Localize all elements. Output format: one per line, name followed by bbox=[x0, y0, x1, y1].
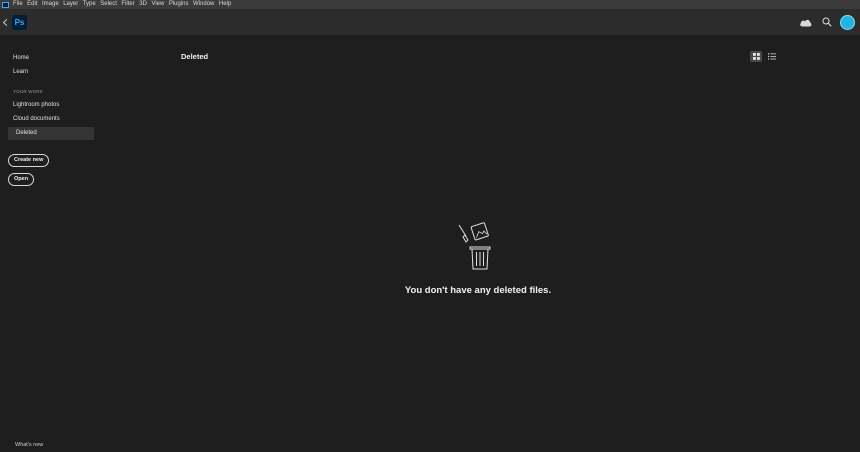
create-new-button[interactable]: Create new bbox=[8, 154, 50, 167]
search-icon[interactable] bbox=[822, 17, 832, 27]
menu-image[interactable]: Image bbox=[42, 0, 59, 9]
page-title: Deleted bbox=[181, 52, 209, 61]
section-label-your-work: YOUR WORK bbox=[13, 89, 44, 94]
cloud-icon[interactable] bbox=[799, 18, 812, 27]
menu-plugins[interactable]: Plugins bbox=[169, 0, 189, 9]
menu-window[interactable]: Window bbox=[193, 0, 214, 9]
list-view-toggle[interactable] bbox=[766, 51, 778, 62]
menu-type[interactable]: Type bbox=[83, 0, 96, 9]
grid-view-toggle[interactable] bbox=[750, 51, 762, 62]
menu-3d[interactable]: 3D bbox=[139, 0, 147, 9]
menu-select[interactable]: Select bbox=[100, 0, 117, 9]
menu-layer[interactable]: Layer bbox=[63, 0, 78, 9]
trash-can-illustration-icon bbox=[458, 222, 491, 270]
list-view-icon bbox=[768, 53, 776, 60]
menu-view[interactable]: View bbox=[151, 0, 164, 9]
open-button[interactable]: Open bbox=[8, 173, 35, 186]
grid-view-icon bbox=[752, 53, 760, 60]
sidebar-item-home[interactable]: Home bbox=[8, 52, 94, 65]
sidebar: Home Learn YOUR WORK Lightroom photos Cl… bbox=[0, 35, 100, 452]
back-chevron-icon[interactable] bbox=[2, 18, 11, 26]
app-header: Ps bbox=[0, 9, 860, 35]
whats-new-link[interactable]: What's new bbox=[15, 442, 43, 448]
user-avatar[interactable] bbox=[840, 14, 855, 30]
empty-state-message: You don't have any deleted files. bbox=[404, 285, 552, 296]
sidebar-item-cloud-documents[interactable]: Cloud documents bbox=[8, 113, 94, 126]
sidebar-item-lightroom-photos[interactable]: Lightroom photos bbox=[8, 99, 94, 112]
sidebar-item-deleted[interactable]: Deleted bbox=[8, 127, 94, 140]
menu-edit[interactable]: Edit bbox=[27, 0, 37, 9]
header-actions bbox=[799, 9, 860, 35]
menu-file[interactable]: File bbox=[13, 0, 23, 9]
ps-mini-icon bbox=[2, 1, 9, 8]
sidebar-item-learn[interactable]: Learn bbox=[8, 66, 94, 79]
menu-help[interactable]: Help bbox=[219, 0, 231, 9]
photoshop-logo[interactable]: Ps bbox=[12, 14, 27, 30]
menu-filter[interactable]: Filter bbox=[121, 0, 134, 9]
menu-bar: File Edit Image Layer Type Select Filter… bbox=[0, 0, 860, 9]
